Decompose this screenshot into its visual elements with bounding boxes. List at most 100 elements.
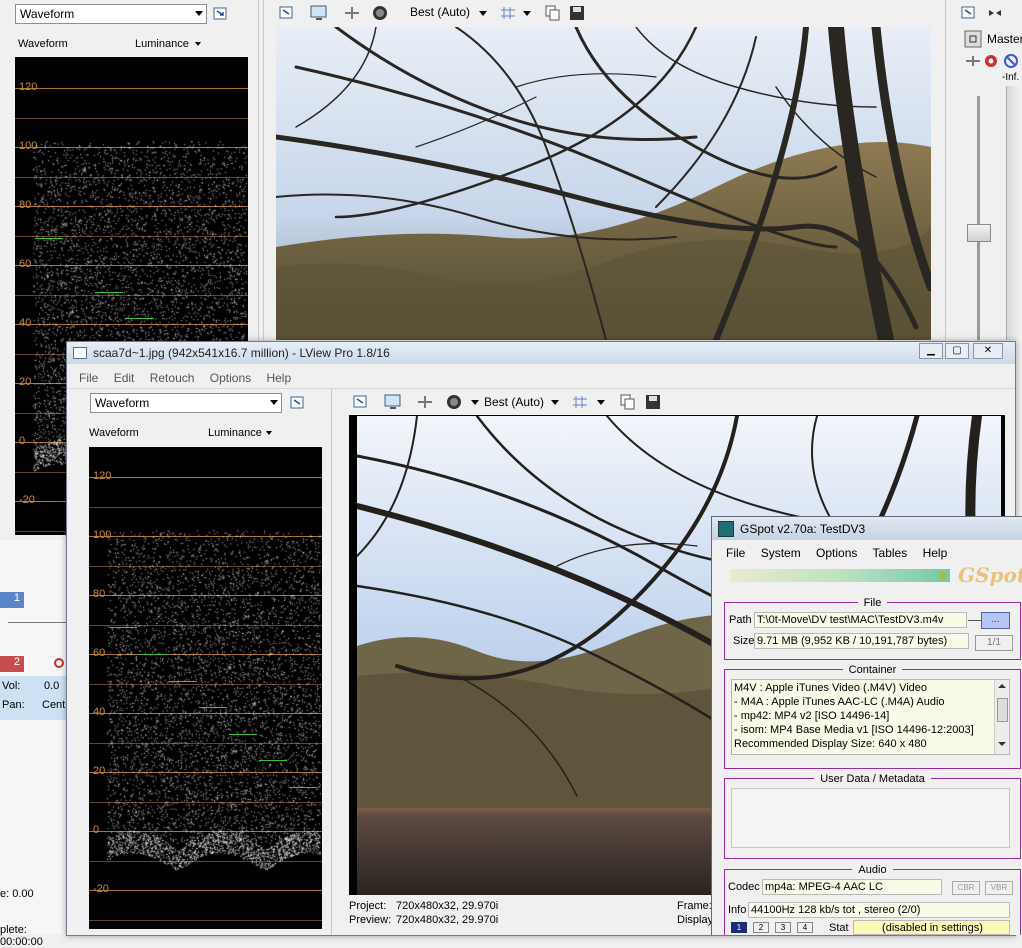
top-scope-mode[interactable]: Luminance — [135, 38, 189, 50]
pan-value[interactable]: Cent — [42, 699, 65, 711]
vol-value[interactable]: 0.0 — [44, 680, 59, 692]
stream-tab-4[interactable]: 4 — [797, 922, 813, 933]
stream-tab-4-label: 4 — [802, 923, 808, 932]
monitor-icon[interactable] — [384, 393, 402, 411]
track-header-1[interactable]: 1 — [0, 592, 24, 608]
master-bus-icon[interactable] — [964, 30, 982, 48]
mixer-panel: Master -Inf. — [954, 0, 1022, 340]
gspot-status-bar — [730, 569, 950, 582]
calibration-mark — [169, 680, 197, 682]
stream-tab-1[interactable]: 1 — [731, 922, 747, 933]
menu-file[interactable]: File — [79, 371, 98, 385]
chevron-down-icon[interactable] — [266, 431, 272, 435]
save-icon[interactable] — [644, 393, 662, 411]
grid-icon[interactable] — [571, 393, 589, 411]
codec-label: Codec — [728, 881, 760, 893]
cbr-badge: CBR — [952, 881, 980, 895]
app-icon — [73, 347, 87, 359]
chevron-down-icon[interactable] — [471, 400, 479, 405]
bypass-icon[interactable] — [1002, 52, 1020, 70]
stream-tab-3[interactable]: 3 — [775, 922, 791, 933]
master-fader-handle[interactable] — [967, 224, 991, 242]
display-label: Display — [677, 914, 714, 926]
properties-icon[interactable] — [212, 5, 230, 23]
properties-icon[interactable] — [278, 4, 296, 22]
track-panel: 1 2 Vol: 0.0 Pan: Cent e: 0.00 plete: 00… — [0, 540, 66, 948]
lview-separator — [67, 388, 1015, 389]
complete-label: plete: 00:00:00 — [0, 924, 43, 948]
stream-tab-2[interactable]: 2 — [753, 922, 769, 933]
top-scope-type-dropdown[interactable]: Waveform — [15, 4, 207, 24]
copy-icon[interactable] — [544, 4, 562, 22]
quality-dropdown[interactable]: Best (Auto) — [410, 5, 470, 19]
browse-button[interactable]: ... — [981, 612, 1010, 629]
top-scope-type-value: Waveform — [20, 7, 75, 21]
menu-help[interactable]: Help — [266, 371, 291, 385]
chevron-down-icon[interactable] — [523, 11, 531, 16]
grid-icon[interactable] — [499, 4, 517, 22]
track-number-2: 2 — [13, 656, 20, 668]
top-video-preview — [276, 27, 931, 340]
track-header-2[interactable]: 2 — [0, 656, 24, 672]
lview-titlebar[interactable]: scaa7d~1.jpg (942x541x16.7 million) - LV… — [67, 342, 1015, 364]
lview-scope-title: Waveform — [89, 427, 139, 439]
gspot-menu-options[interactable]: Options — [816, 546, 857, 560]
container-line-3: - mp42: MP4 v2 [ISO 14496-14] — [734, 710, 890, 722]
calibration-mark — [125, 318, 153, 320]
scroll-up-icon[interactable] — [998, 684, 1006, 688]
gspot-titlebar[interactable]: GSpot v2.70a: TestDV3 — [712, 517, 1022, 540]
calibration-mark — [35, 238, 63, 240]
properties-icon[interactable] — [352, 393, 370, 411]
container-list[interactable]: M4V : Apple iTunes Video (.M4V) Video - … — [731, 679, 1010, 755]
save-icon[interactable] — [568, 4, 586, 22]
lview-scope-mode[interactable]: Luminance — [208, 427, 262, 439]
monitor-icon[interactable] — [310, 4, 328, 22]
insert-fx-icon[interactable] — [964, 52, 982, 70]
master-fader-track — [977, 96, 980, 340]
split-icon[interactable] — [343, 4, 361, 22]
gspot-menu-tables[interactable]: Tables — [873, 546, 908, 560]
overlay-icon[interactable] — [371, 4, 389, 22]
gspot-menu-file[interactable]: File — [726, 546, 745, 560]
master-label: Master — [987, 32, 1022, 46]
chevron-down-icon[interactable] — [195, 42, 201, 46]
scroll-down-icon[interactable] — [998, 742, 1006, 746]
properties-icon[interactable] — [289, 394, 307, 412]
path-connector — [968, 620, 981, 621]
track-number-1: 1 — [13, 592, 20, 604]
chevron-down-icon[interactable] — [479, 11, 487, 16]
copy-icon[interactable] — [619, 393, 637, 411]
vbr-badge: VBR — [985, 881, 1013, 895]
codec-field: mp4a: MPEG-4 AAC LC — [762, 879, 942, 895]
chevron-down-icon[interactable] — [551, 400, 559, 405]
chevron-down-icon — [195, 11, 203, 16]
browse-label: ... — [991, 614, 1000, 625]
record-icon[interactable] — [54, 658, 64, 668]
speaker-icon[interactable] — [986, 4, 1004, 22]
close-button[interactable]: ✕ — [973, 343, 1003, 359]
gspot-logo: GSpot — [958, 563, 1022, 587]
gspot-menu-help[interactable]: Help — [923, 546, 948, 560]
minimize-button[interactable]: ▁ — [919, 343, 943, 359]
gear-icon[interactable] — [982, 52, 1000, 70]
path-field[interactable]: T:\0t-Move\DV test\MAC\TestDV3.m4v — [754, 612, 967, 628]
split-icon[interactable] — [416, 393, 434, 411]
properties-icon[interactable] — [960, 4, 978, 22]
container-scrollbar[interactable] — [994, 680, 1009, 754]
chevron-down-icon[interactable] — [597, 400, 605, 405]
stat-field: (disabled in settings) — [853, 920, 1010, 935]
project-value: 720x480x32, 29.970i — [396, 900, 499, 912]
preview-label: Preview: — [349, 914, 392, 926]
lview-scope-type-dropdown[interactable]: Waveform — [90, 393, 282, 413]
calibration-mark — [259, 760, 287, 762]
lview-quality-dropdown[interactable]: Best (Auto) — [484, 395, 544, 409]
overlay-icon[interactable] — [445, 393, 463, 411]
scroll-thumb[interactable] — [997, 698, 1008, 722]
maximize-button[interactable]: ▢ — [945, 343, 969, 359]
gspot-menu-system[interactable]: System — [761, 546, 801, 560]
userdata-field[interactable] — [731, 788, 1010, 848]
menu-retouch[interactable]: Retouch — [150, 371, 195, 385]
menu-options[interactable]: Options — [210, 371, 251, 385]
lview-quality-value: Best (Auto) — [484, 395, 545, 409]
menu-edit[interactable]: Edit — [114, 371, 135, 385]
